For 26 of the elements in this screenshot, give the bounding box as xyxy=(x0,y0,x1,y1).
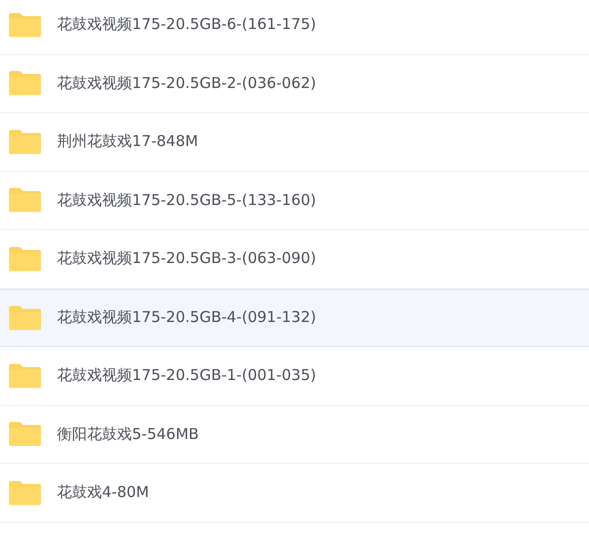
folder-row[interactable]: 花鼓戏视频175-20.5GB-2-(036-062) xyxy=(0,54,589,113)
folder-name: 花鼓戏视频175-20.5GB-6-(161-175) xyxy=(57,15,316,34)
folder-name: 荆州花鼓戏17-848M xyxy=(57,132,198,152)
folder-icon xyxy=(8,187,42,214)
folder-icon xyxy=(8,128,42,155)
folder-icon xyxy=(8,246,42,272)
folder-name: 花鼓戏视频175-20.5GB-1-(001-035) xyxy=(57,366,316,386)
folder-icon xyxy=(8,70,42,96)
folder-row[interactable]: 衡阳花鼓戏5-546MB xyxy=(0,406,589,464)
folder-name: 花鼓戏视频175-20.5GB-3-(063-090) xyxy=(57,249,316,268)
folder-row[interactable]: 花鼓戏4-80M xyxy=(0,464,589,522)
folder-icon xyxy=(8,12,42,38)
folder-icon xyxy=(8,480,42,506)
folder-row[interactable]: 荆州花鼓戏17-848M xyxy=(0,113,589,172)
folder-row[interactable]: 花鼓戏视频175-20.5GB-4-(091-132) xyxy=(0,288,589,347)
folder-name: 花鼓戏视频175-20.5GB-2-(036-062) xyxy=(57,74,316,93)
folder-name: 衡阳花鼓戏5-546MB xyxy=(57,424,199,444)
folder-icon xyxy=(8,421,42,448)
folder-row[interactable]: 花鼓戏视频175-20.5GB-1-(001-035) xyxy=(0,347,589,406)
folder-name: 花鼓戏视频175-20.5GB-4-(091-132) xyxy=(57,308,316,328)
folder-row[interactable]: 花鼓戏视频175-20.5GB-5-(133-160) xyxy=(0,172,589,230)
folder-name: 花鼓戏视频175-20.5GB-5-(133-160) xyxy=(57,190,316,210)
folder-name: 花鼓戏4-80M xyxy=(57,483,149,502)
folder-icon xyxy=(8,362,42,389)
folder-row[interactable]: 花鼓戏视频175-20.5GB-6-(161-175) xyxy=(0,0,589,54)
folder-icon xyxy=(8,304,42,331)
